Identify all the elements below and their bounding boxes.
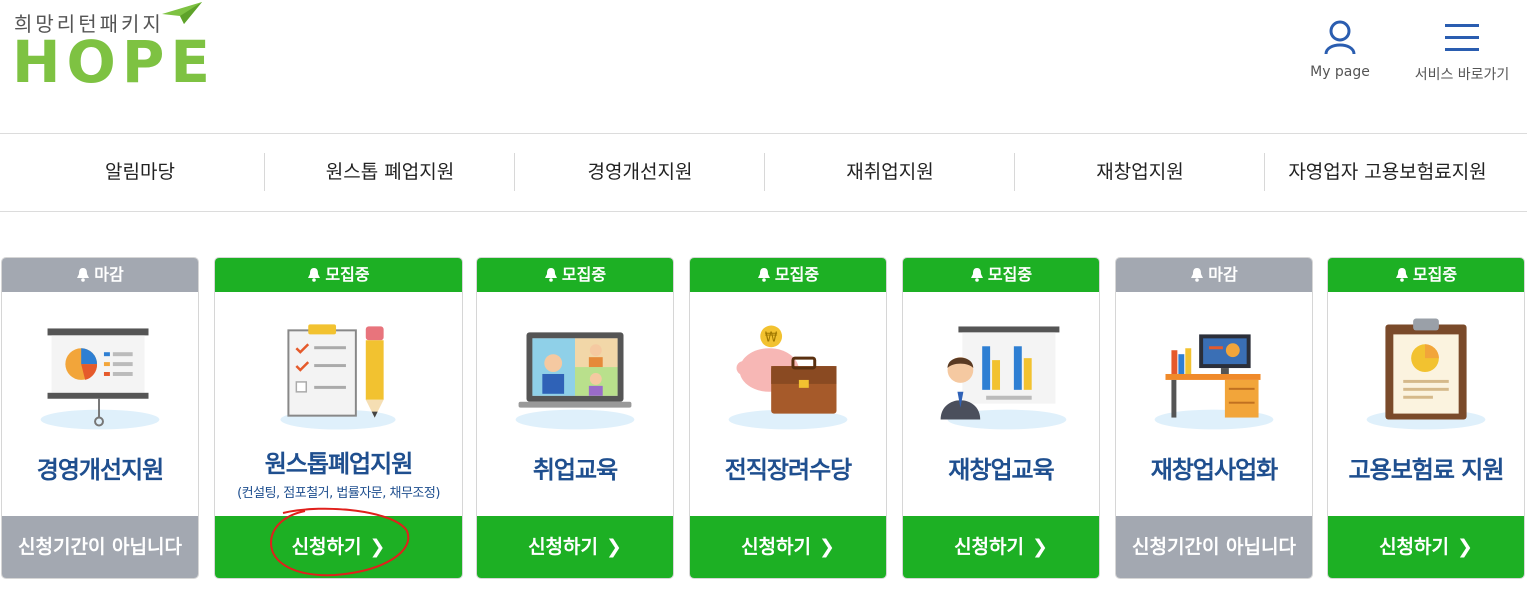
svg-text:₩: ₩ — [765, 330, 778, 345]
office-desk-icon — [1154, 334, 1274, 430]
nav-item-notice[interactable]: 알림마당 — [15, 134, 265, 211]
chevron-right-icon: ❯ — [1032, 536, 1048, 558]
apply-button[interactable]: 신청하기 ❯ — [690, 516, 886, 578]
nav-item-restart-business[interactable]: 재창업지원 — [1015, 134, 1265, 211]
chevron-right-icon: ❯ — [606, 536, 622, 558]
apply-button[interactable]: 신청하기 ❯ — [477, 516, 673, 578]
status-badge: 모집중 — [477, 258, 673, 292]
program-card[interactable]: 모집중 원스톱폐업지원 (컨설팅, 점포철거, 법률자문, 채무조정) 신청하기… — [214, 257, 463, 579]
site-header: 희망리턴패키지 HOPE My page 서비스 바로가기 — [0, 0, 1527, 133]
action-label: 신청하기 — [741, 536, 811, 558]
bell-icon — [544, 267, 557, 282]
paper-plane-icon — [162, 2, 202, 24]
checklist-clipboard-icon — [280, 324, 396, 430]
apply-button[interactable]: 신청하기 ❯ — [1328, 516, 1524, 578]
service-shortcut-label: 서비스 바로가기 — [1414, 67, 1510, 83]
chevron-right-icon: ❯ — [369, 536, 386, 558]
card-title: 취업교육 — [532, 456, 618, 484]
status-text: 마감 — [94, 265, 124, 284]
status-text: 모집중 — [1412, 265, 1458, 284]
unavailable-button[interactable]: 신청기간이 아닙니다 — [1116, 516, 1312, 578]
main-nav: 알림마당 원스톱 폐업지원 경영개선지원 재취업지원 재창업지원 자영업자 고용… — [0, 134, 1527, 211]
card-title: 원스톱폐업지원 — [264, 450, 414, 478]
status-badge: 모집중 — [903, 258, 1099, 292]
card-subtitle: (컨설팅, 점포철거, 법률자문, 채무조정) — [237, 486, 440, 501]
action-label: 신청하기 — [291, 536, 362, 558]
nav-item-reemployment[interactable]: 재취업지원 — [765, 134, 1015, 211]
bell-icon — [308, 267, 321, 282]
piggybank-briefcase-icon: ₩ — [728, 325, 848, 430]
mypage-label: My page — [1310, 64, 1370, 80]
program-card[interactable]: 마감 경영개선지원 신청기간이 아닙니다 — [1, 257, 199, 579]
presentation-board-icon — [40, 328, 160, 430]
card-title: 재창업교육 — [948, 456, 1054, 484]
service-shortcut-button[interactable]: 서비스 바로가기 — [1402, 20, 1522, 84]
hope-logo[interactable]: 희망리턴패키지 HOPE — [12, 2, 210, 91]
report-clipboard-icon — [1366, 318, 1486, 430]
logo-hope-text: HOPE — [12, 28, 216, 96]
status-text: 모집중 — [774, 265, 820, 284]
chevron-right-icon: ❯ — [1457, 536, 1473, 558]
bell-icon — [1191, 267, 1204, 282]
video-conference-laptop-icon — [515, 332, 635, 430]
program-card[interactable]: 모집중 재창업교육 신청하기 ❯ — [902, 257, 1100, 579]
status-text: 모집중 — [987, 265, 1033, 284]
presenter-chart-icon — [940, 326, 1067, 430]
nav-item-insurance-support[interactable]: 자영업자 고용보험료지원 — [1265, 134, 1510, 211]
status-badge: 마감 — [2, 258, 198, 292]
nav-item-management-support[interactable]: 경영개선지원 — [515, 134, 765, 211]
hamburger-menu-icon — [1445, 24, 1479, 51]
program-card[interactable]: 모집중 취업교육 신청하기 ❯ — [476, 257, 674, 579]
status-badge: 모집중 — [690, 258, 886, 292]
unavailable-button[interactable]: 신청기간이 아닙니다 — [2, 516, 198, 578]
status-text: 모집중 — [325, 265, 370, 284]
card-title: 재창업사업화 — [1150, 456, 1278, 484]
program-card[interactable]: 마감 재창업사업화 신청기간이 아닙니다 — [1115, 257, 1313, 579]
card-title: 경영개선지원 — [36, 456, 164, 484]
apply-button[interactable]: 신청하기 ❯ — [215, 516, 462, 578]
bell-icon — [757, 267, 770, 282]
nav-item-closure-support[interactable]: 원스톱 폐업지원 — [265, 134, 515, 211]
nav-divider-line — [0, 211, 1527, 212]
card-title: 고용보험료 지원 — [1348, 456, 1505, 484]
status-text: 모집중 — [561, 265, 607, 284]
status-badge: 모집중 — [215, 258, 462, 292]
bell-icon — [970, 267, 983, 282]
chevron-right-icon: ❯ — [819, 536, 835, 558]
program-card[interactable]: 모집중 고용보험료 지원 신청하기 ❯ — [1327, 257, 1525, 579]
status-badge: 모집중 — [1328, 258, 1524, 292]
program-card[interactable]: 모집중 ₩ 전직장려수당 신청하기 ❯ — [689, 257, 887, 579]
status-badge: 마감 — [1116, 258, 1312, 292]
mypage-button[interactable]: My page — [1300, 20, 1380, 80]
action-label: 신청하기 — [1379, 536, 1449, 558]
action-label: 신청하기 — [528, 536, 598, 558]
status-text: 마감 — [1208, 265, 1238, 284]
apply-button[interactable]: 신청하기 ❯ — [903, 516, 1099, 578]
bell-icon — [77, 267, 90, 282]
action-label: 신청하기 — [954, 536, 1024, 558]
action-label: 신청기간이 아닙니다 — [18, 536, 182, 558]
user-icon — [1324, 20, 1356, 55]
bell-icon — [1395, 267, 1408, 282]
card-title: 전직장려수당 — [724, 456, 852, 484]
action-label: 신청기간이 아닙니다 — [1132, 536, 1296, 558]
